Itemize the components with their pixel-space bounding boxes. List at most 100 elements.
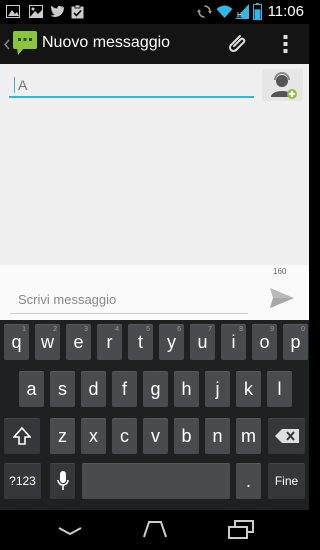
key-hint: 1	[22, 326, 26, 333]
key-p[interactable]: p0	[283, 324, 308, 360]
add-contact-icon	[271, 72, 297, 99]
done-key-label: Fine	[274, 474, 299, 488]
sync-icon	[197, 5, 212, 18]
back-button[interactable]	[48, 516, 92, 544]
done-key[interactable]: Fine	[268, 463, 305, 499]
key-label: s	[58, 378, 67, 399]
key-hint: 9	[270, 326, 274, 333]
back-caret-icon	[4, 39, 10, 50]
key-label: w	[41, 331, 54, 352]
add-contact-button[interactable]	[262, 69, 303, 101]
key-u[interactable]: u7	[190, 324, 215, 360]
key-label: l	[277, 378, 282, 399]
space-key[interactable]	[82, 463, 230, 499]
clipboard-notification-icon	[71, 5, 84, 19]
key-e[interactable]: e3	[66, 324, 91, 360]
key-k[interactable]: k	[236, 371, 261, 407]
key-j[interactable]: j	[205, 371, 230, 407]
key-t[interactable]: t5	[128, 324, 153, 360]
wifi-icon	[216, 5, 233, 18]
key-v[interactable]: v	[143, 418, 168, 454]
text-cursor	[14, 77, 15, 93]
key-n[interactable]: n	[205, 418, 230, 454]
key-q[interactable]: q1	[4, 324, 29, 360]
shift-key[interactable]	[4, 418, 40, 454]
key-h[interactable]: h	[174, 371, 199, 407]
key-hint: 7	[208, 326, 212, 333]
key-hint: 3	[84, 326, 88, 333]
key-label: e	[73, 331, 84, 352]
key-label: q	[11, 331, 22, 352]
backspace-key[interactable]	[268, 418, 305, 454]
key-w[interactable]: w2	[35, 324, 60, 360]
key-hint: 8	[239, 326, 243, 333]
key-hint: 4	[115, 326, 119, 333]
key-hint: 0	[301, 326, 305, 333]
voice-input-key[interactable]	[50, 463, 75, 499]
overflow-menu-icon	[283, 35, 288, 53]
key-label: t	[137, 331, 143, 352]
key-f[interactable]: f	[112, 371, 137, 407]
key-hint: 2	[53, 326, 57, 333]
key-label: g	[150, 378, 161, 399]
action-bar: Nuovo messaggio	[0, 24, 309, 64]
shift-icon	[13, 427, 31, 445]
messaging-app-icon	[13, 31, 37, 55]
up-navigation-button[interactable]	[2, 28, 40, 60]
key-d[interactable]: d	[81, 371, 106, 407]
attach-button[interactable]	[222, 30, 252, 58]
key-label: d	[88, 378, 99, 399]
key-label: u	[197, 331, 208, 352]
status-bar: H 11:06	[0, 0, 309, 24]
microphone-icon	[56, 471, 69, 490]
key-s[interactable]: s	[50, 371, 75, 407]
home-button[interactable]	[132, 516, 176, 544]
key-label: f	[121, 378, 127, 399]
key-label: k	[244, 378, 253, 399]
back-icon	[58, 527, 82, 536]
overflow-menu-button[interactable]	[276, 30, 296, 58]
key-label: z	[58, 425, 67, 446]
key-label: b	[181, 425, 192, 446]
key-b[interactable]: b	[174, 418, 199, 454]
signal-icon: H	[235, 4, 249, 19]
key-hint: 6	[177, 326, 181, 333]
page-title: Nuovo messaggio	[42, 34, 171, 51]
period-key[interactable]: .	[236, 463, 261, 499]
attach-icon	[228, 35, 246, 53]
home-icon	[143, 521, 167, 538]
svg-text:H: H	[237, 12, 242, 19]
symbols-key-label: ?123	[9, 474, 36, 488]
key-m[interactable]: m	[236, 418, 261, 454]
key-r[interactable]: r4	[97, 324, 122, 360]
backspace-icon	[274, 429, 299, 443]
key-o[interactable]: o9	[252, 324, 277, 360]
key-label: c	[120, 425, 129, 446]
battery-icon	[253, 3, 262, 20]
key-l[interactable]: l	[267, 371, 292, 407]
soft-keyboard: ?123 . Fine q1w2e3r4t5y6u7i8o9p0asdfghjk…	[0, 320, 309, 510]
symbols-key[interactable]: ?123	[4, 463, 41, 499]
key-c[interactable]: c	[112, 418, 137, 454]
key-x[interactable]: x	[81, 418, 106, 454]
character-counter: 160	[273, 267, 287, 276]
key-label: n	[212, 425, 223, 446]
message-input[interactable]	[10, 286, 248, 314]
key-label: m	[241, 425, 256, 446]
send-button[interactable]	[266, 284, 298, 312]
key-i[interactable]: i8	[221, 324, 246, 360]
period-key-label: .	[245, 470, 251, 491]
image-notification-icon	[29, 5, 43, 18]
key-y[interactable]: y6	[159, 324, 184, 360]
key-g[interactable]: g	[143, 371, 168, 407]
send-icon	[270, 288, 294, 308]
key-z[interactable]: z	[50, 418, 75, 454]
key-a[interactable]: a	[19, 371, 44, 407]
status-clock: 11:06	[267, 3, 304, 20]
recipient-input[interactable]	[9, 74, 254, 98]
key-label: h	[181, 378, 192, 399]
key-label: v	[151, 425, 160, 446]
recent-apps-button[interactable]	[218, 516, 262, 544]
recent-apps-icon	[228, 520, 254, 539]
key-label: r	[106, 331, 113, 352]
